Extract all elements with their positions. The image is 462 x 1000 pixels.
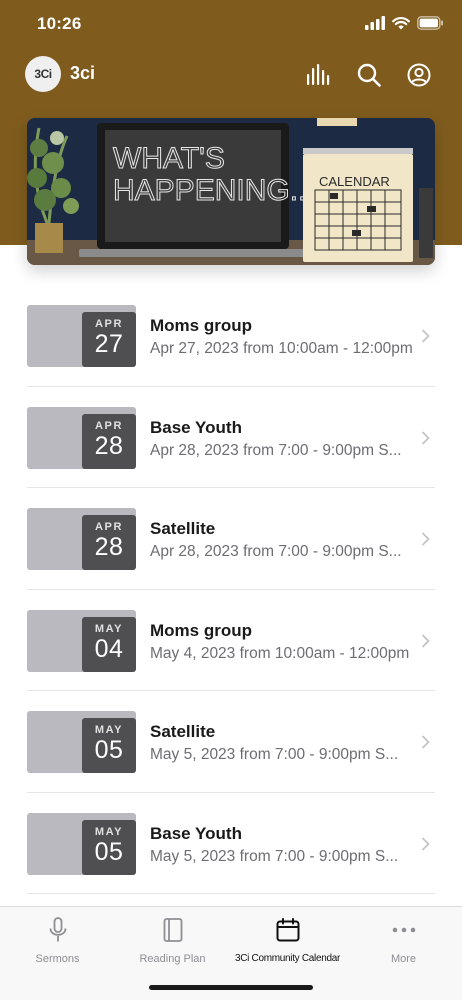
event-title: Satellite — [150, 722, 216, 741]
search-icon[interactable] — [356, 62, 382, 88]
event-title: Moms group — [150, 620, 252, 640]
event-day: 28 — [94, 431, 124, 460]
app-actions — [306, 62, 432, 88]
chevron-right-icon — [422, 837, 430, 850]
event-subtitle: May 5, 2023 from 7:00 - 9:00pm S... — [150, 847, 399, 865]
tab-label: More — [390, 953, 417, 965]
status-time: 10:26 — [37, 14, 82, 33]
church-logo[interactable]: 3Ci — [25, 56, 61, 92]
church-logo-text: 3Ci — [34, 67, 52, 81]
chevron-right-icon — [422, 532, 430, 546]
date-badge: APR 27 — [82, 312, 136, 367]
event-subtitle: May 4, 2023 from 10:00am - 12:00pm — [150, 644, 410, 662]
signal-icon — [365, 16, 385, 30]
wifi-icon — [392, 17, 410, 30]
tab-community-calendar[interactable]: 3Ci Community Calendar — [230, 917, 345, 964]
date-badge: APR 28 — [82, 413, 136, 469]
app-screen: 10:26 3Ci 3ci WHAT'S HAPPENING... CALEND… — [0, 0, 462, 1000]
whats-happening-banner[interactable]: WHAT'S HAPPENING... CALENDAR — [27, 118, 435, 265]
event-title: Moms group — [150, 316, 252, 335]
event-subtitle: Apr 28, 2023 from 7:00 - 9:00pm S... — [150, 543, 402, 560]
event-day: 28 — [94, 533, 124, 561]
event-day: 04 — [94, 634, 124, 663]
tab-more[interactable]: More — [346, 917, 461, 965]
list-item[interactable]: MAY 04 Moms group May 4, 2023 from 10:00… — [27, 590, 435, 691]
event-title: Satellite — [150, 519, 216, 538]
battery-icon — [417, 16, 443, 30]
chevron-right-icon — [422, 634, 430, 647]
event-month: APR — [94, 521, 124, 533]
date-badge: APR 28 — [82, 515, 136, 570]
event-month: APR — [94, 318, 124, 330]
app-title: 3ci — [70, 63, 96, 83]
profile-icon[interactable] — [406, 62, 432, 88]
event-subtitle: Apr 28, 2023 from 7:00 - 9:00pm S... — [150, 441, 402, 459]
status-bar: 10:26 — [0, 0, 462, 50]
date-block: APR 28 — [27, 406, 136, 469]
event-day: 05 — [94, 736, 124, 764]
date-block: MAY 04 — [27, 609, 136, 672]
list-item[interactable]: APR 27 Moms group Apr 27, 2023 from 10:0… — [27, 285, 435, 387]
date-badge: MAY 05 — [82, 819, 136, 875]
book-icon — [163, 918, 182, 942]
event-title: Base Youth — [150, 823, 242, 843]
chevron-right-icon — [422, 329, 430, 343]
date-badge: MAY 05 — [82, 718, 136, 773]
banner-calendar-label: CALENDAR — [319, 174, 390, 189]
tab-reading-plan[interactable]: Reading Plan — [115, 917, 230, 965]
more-dots-icon — [392, 927, 415, 933]
event-month: APR — [94, 419, 124, 432]
event-day: 27 — [94, 330, 124, 358]
date-badge: MAY 04 — [82, 616, 136, 672]
event-month: MAY — [94, 622, 124, 635]
banner-illustration: WHAT'S HAPPENING... CALENDAR — [27, 118, 435, 265]
calendar-icon — [276, 918, 299, 942]
event-month: MAY — [94, 825, 124, 838]
list-item[interactable]: APR 28 Satellite Apr 28, 2023 from 7:00 … — [27, 488, 435, 590]
chevron-right-icon — [422, 431, 430, 444]
tab-label: Sermons — [35, 953, 80, 965]
date-block: APR 28 — [27, 508, 136, 570]
event-day: 05 — [94, 837, 124, 866]
event-title: Base Youth — [150, 417, 242, 437]
banner-headline-line1: WHAT'S — [113, 142, 225, 175]
audio-bars-icon[interactable] — [306, 62, 332, 88]
date-block: MAY 05 — [27, 812, 136, 875]
event-subtitle: Apr 27, 2023 from 10:00am - 12:00pm — [150, 340, 413, 357]
tab-label: 3Ci Community Calendar — [234, 953, 341, 964]
status-icons — [365, 16, 444, 30]
microphone-icon — [49, 917, 66, 942]
list-item[interactable]: APR 28 Base Youth Apr 28, 2023 from 7:00… — [27, 387, 435, 488]
app-bar: 3Ci 3ci — [0, 54, 462, 94]
list-item[interactable]: MAY 05 Base Youth May 5, 2023 from 7:00 … — [27, 793, 435, 894]
home-indicator[interactable] — [149, 985, 313, 990]
banner-headline-line2: HAPPENING... — [113, 174, 315, 207]
tab-sermons[interactable]: Sermons — [0, 917, 115, 965]
date-block: MAY 05 — [27, 711, 136, 773]
event-subtitle: May 5, 2023 from 7:00 - 9:00pm S... — [150, 746, 399, 763]
chevron-right-icon — [422, 735, 430, 749]
tab-label: Reading Plan — [139, 953, 206, 965]
event-month: MAY — [94, 724, 124, 736]
event-list: APR 27 Moms group Apr 27, 2023 from 10:0… — [27, 285, 435, 894]
date-block: APR 27 — [27, 305, 136, 367]
list-item[interactable]: MAY 05 Satellite May 5, 2023 from 7:00 -… — [27, 691, 435, 793]
